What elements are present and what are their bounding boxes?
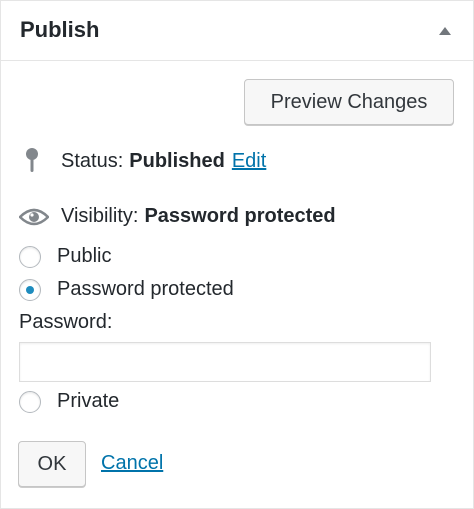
pin-icon	[26, 148, 38, 172]
visibility-option-public[interactable]: Public	[19, 245, 111, 268]
status-value: Published	[129, 149, 225, 172]
visibility-label: Visibility:	[61, 205, 139, 227]
visibility-option-private[interactable]: Private	[19, 390, 119, 413]
status-edit-link[interactable]: Edit	[232, 150, 266, 173]
status-row: Status: Published Edit	[23, 147, 266, 175]
radio-public-label: Public	[57, 245, 112, 267]
radio-password-protected[interactable]	[19, 278, 41, 301]
panel-title: Publish	[20, 17, 100, 42]
radio-password-protected-label: Password protected	[57, 278, 234, 300]
triangle-up-icon[interactable]	[439, 27, 451, 35]
visibility-option-password-protected[interactable]: Password protected	[19, 278, 234, 301]
radio-private[interactable]	[19, 390, 41, 413]
preview-changes-button[interactable]: Preview Changes	[244, 79, 454, 125]
ok-button[interactable]: OK	[18, 441, 86, 487]
radio-private-label: Private	[57, 390, 120, 412]
eye-icon	[19, 208, 49, 225]
visibility-row: Visibility: Password protected	[19, 205, 336, 228]
password-label: Password:	[19, 311, 113, 333]
password-input[interactable]	[19, 342, 431, 382]
visibility-value: Password protected	[144, 205, 336, 227]
status-label: Status:	[61, 149, 124, 172]
radio-public[interactable]	[19, 245, 41, 268]
panel-header[interactable]: Publish	[1, 1, 473, 61]
cancel-link[interactable]: Cancel	[101, 452, 163, 475]
publish-panel: Publish Preview Changes Status: Publishe…	[0, 0, 474, 509]
